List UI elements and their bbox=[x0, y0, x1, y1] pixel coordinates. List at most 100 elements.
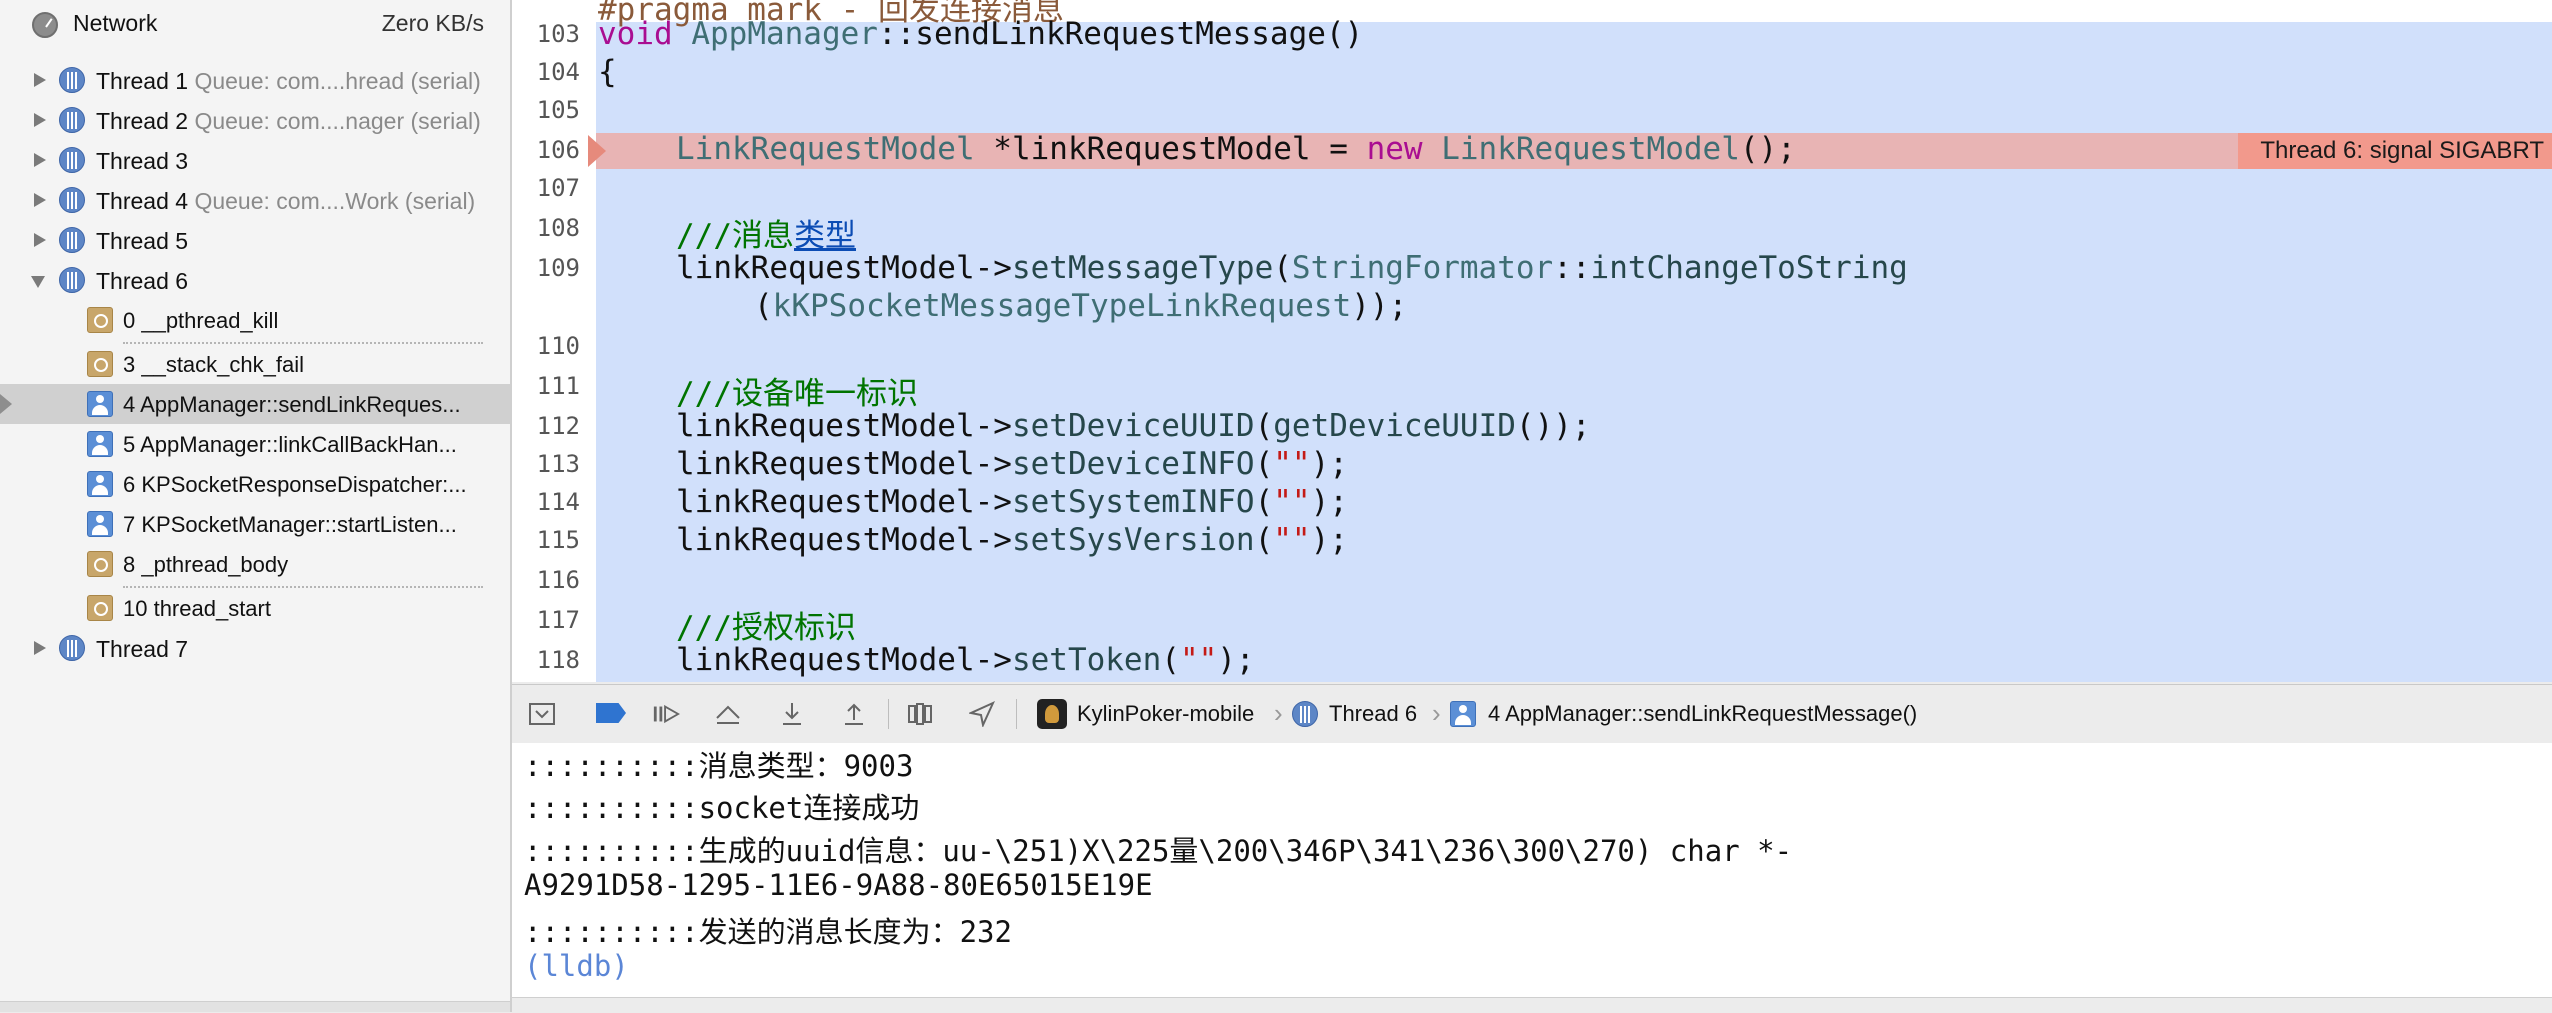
system-frame-icon bbox=[87, 307, 113, 333]
error-annotation-badge[interactable]: Thread 6: signal SIGABRT bbox=[2238, 133, 2552, 169]
code-line-103: void AppManager::sendLinkRequestMessage(… bbox=[598, 16, 1364, 52]
code-line-109-cont: (kKPSocketMessageTypeLinkRequest)); bbox=[754, 288, 1408, 324]
thread-icon bbox=[59, 267, 85, 293]
disclosure-triangle-icon[interactable] bbox=[34, 193, 46, 207]
network-gauge-icon bbox=[32, 12, 58, 38]
comment-link[interactable]: 类型 bbox=[794, 218, 856, 254]
stack-frame-row[interactable]: 6 KPSocketResponseDispatcher:... bbox=[0, 464, 510, 504]
line-number: 104 bbox=[536, 58, 580, 86]
line-number: 114 bbox=[536, 488, 580, 516]
line-number: 108 bbox=[536, 214, 580, 242]
location-arrow-icon bbox=[969, 701, 995, 727]
hide-debug-area-icon bbox=[529, 703, 555, 725]
line-number: 113 bbox=[536, 450, 580, 478]
disclosure-triangle-icon[interactable] bbox=[34, 153, 46, 167]
line-number: 106 bbox=[536, 136, 580, 164]
thread-row-4[interactable]: Thread 4 Queue: com....Work (serial) bbox=[0, 180, 510, 220]
breakpoints-toggle-icon[interactable] bbox=[596, 703, 626, 723]
toolbar-divider bbox=[888, 699, 889, 729]
thread-queue: Queue: com....Work (serial) bbox=[194, 188, 476, 214]
user-frame-icon bbox=[1450, 701, 1476, 727]
user-frame-icon bbox=[87, 471, 113, 497]
simulate-location-button[interactable] bbox=[968, 701, 996, 727]
network-value: Zero KB/s bbox=[381, 10, 484, 36]
lldb-prompt[interactable]: (lldb) bbox=[524, 949, 629, 983]
disclosure-triangle-expanded-icon[interactable] bbox=[31, 276, 45, 288]
stack-frame-label: 6 KPSocketResponseDispatcher:... bbox=[123, 472, 467, 497]
step-out-button[interactable] bbox=[840, 701, 868, 727]
view-hierarchy-button[interactable] bbox=[906, 701, 934, 727]
code-line-118: linkRequestModel->setToken(""); bbox=[676, 642, 1255, 678]
stack-frame-label: 5 AppManager::linkCallBackHan... bbox=[123, 432, 457, 457]
line-number: 107 bbox=[536, 174, 580, 202]
system-frame-icon bbox=[87, 551, 113, 577]
thread-row-6[interactable]: Thread 6 bbox=[0, 260, 510, 300]
line-number: 109 bbox=[536, 254, 580, 282]
line-number: 115 bbox=[536, 526, 580, 554]
thread-icon bbox=[59, 227, 85, 253]
disclosure-triangle-icon[interactable] bbox=[34, 233, 46, 247]
stack-frame-row[interactable]: 0 __pthread_kill bbox=[0, 300, 510, 340]
stack-frame-label: 3 __stack_chk_fail bbox=[123, 352, 304, 377]
continue-button[interactable] bbox=[652, 701, 680, 727]
breadcrumb-frame[interactable]: 4 AppManager::sendLinkRequestMessage() bbox=[1488, 701, 1917, 727]
line-number: 111 bbox=[536, 372, 580, 400]
thread-queue: Queue: com....nager (serial) bbox=[194, 108, 481, 134]
thread-name: Thread 4 bbox=[96, 188, 189, 214]
disclosure-triangle-icon[interactable] bbox=[34, 113, 46, 127]
thread-icon bbox=[59, 187, 85, 213]
line-number: 112 bbox=[536, 412, 580, 440]
stack-frame-row[interactable]: 7 KPSocketManager::startListen... bbox=[0, 504, 510, 544]
stack-frame-row[interactable]: 8 _pthread_body bbox=[0, 544, 510, 584]
step-into-icon bbox=[783, 703, 801, 725]
code-line-112: linkRequestModel->setDeviceUUID(getDevic… bbox=[676, 408, 1591, 444]
disclosure-triangle-icon[interactable] bbox=[34, 73, 46, 87]
navigator-filter-bar bbox=[0, 1001, 510, 1012]
chevron-right-icon: › bbox=[1432, 698, 1441, 728]
thread-name: Thread 1 bbox=[96, 68, 189, 94]
user-frame-icon bbox=[87, 431, 113, 457]
step-over-button[interactable] bbox=[714, 701, 742, 727]
console-line: ::::::::::消息类型：9003 bbox=[524, 749, 914, 783]
hide-debug-area-button[interactable] bbox=[528, 701, 556, 727]
thread-name: Thread 3 bbox=[96, 148, 189, 174]
stack-frame-row[interactable]: 5 AppManager::linkCallBackHan... bbox=[0, 424, 510, 464]
stack-frame-row-selected[interactable]: 4 AppManager::sendLinkReques... bbox=[0, 384, 510, 424]
console-line: ::::::::::socket连接成功 bbox=[524, 791, 920, 825]
thread-row-5[interactable]: Thread 5 bbox=[0, 220, 510, 260]
thread-row-1[interactable]: Thread 1 Queue: com....hread (serial) bbox=[0, 60, 510, 100]
source-editor[interactable]: #pragma mark - 回发连接消息 103 104 105 106 10… bbox=[512, 0, 2552, 682]
thread-row-7[interactable]: Thread 7 bbox=[0, 628, 510, 668]
code-line-104: { bbox=[598, 54, 617, 90]
disclosure-triangle-icon[interactable] bbox=[34, 641, 46, 655]
thread-row-3[interactable]: Thread 3 bbox=[0, 140, 510, 180]
code-line-114: linkRequestModel->setSystemINFO(""); bbox=[676, 484, 1348, 520]
thread-name: Thread 6 bbox=[96, 268, 189, 294]
thread-icon bbox=[1292, 701, 1318, 727]
breadcrumb-app[interactable]: KylinPoker-mobile bbox=[1077, 701, 1254, 727]
line-number: 118 bbox=[536, 646, 580, 674]
thread-row-2[interactable]: Thread 2 Queue: com....nager (serial) bbox=[0, 100, 510, 140]
network-gauge-row[interactable]: Network Zero KB/s bbox=[0, 0, 510, 48]
thread-icon bbox=[59, 67, 85, 93]
continue-icon bbox=[653, 704, 680, 724]
stack-frame-row[interactable]: 10 thread_start bbox=[0, 588, 510, 628]
debug-bar: KylinPoker-mobile › Thread 6 › 4 AppMana… bbox=[512, 684, 2552, 744]
step-into-button[interactable] bbox=[778, 701, 806, 727]
line-number: 103 bbox=[536, 20, 580, 48]
stack-frame-label: 0 __pthread_kill bbox=[123, 308, 279, 333]
thread-name: Thread 2 bbox=[96, 108, 189, 134]
thread-name: Thread 5 bbox=[96, 228, 189, 254]
debug-console[interactable]: ::::::::::消息类型：9003 ::::::::::socket连接成功… bbox=[512, 743, 2552, 997]
current-function-highlight bbox=[596, 22, 2552, 682]
stack-frame-row[interactable]: 3 __stack_chk_fail bbox=[0, 344, 510, 384]
debug-navigator: Network Zero KB/s Thread 1 Queue: com...… bbox=[0, 0, 512, 1012]
thread-icon bbox=[59, 147, 85, 173]
view-hierarchy-icon bbox=[908, 703, 932, 725]
network-label: Network bbox=[73, 10, 158, 36]
line-number: 110 bbox=[536, 332, 580, 360]
console-line: ::::::::::生成的uuid信息：uu-\251)X\225量\200\3… bbox=[524, 834, 1793, 868]
app-icon bbox=[1037, 699, 1067, 729]
console-footer-bar bbox=[512, 997, 2552, 1013]
breadcrumb-thread[interactable]: Thread 6 bbox=[1329, 701, 1417, 727]
